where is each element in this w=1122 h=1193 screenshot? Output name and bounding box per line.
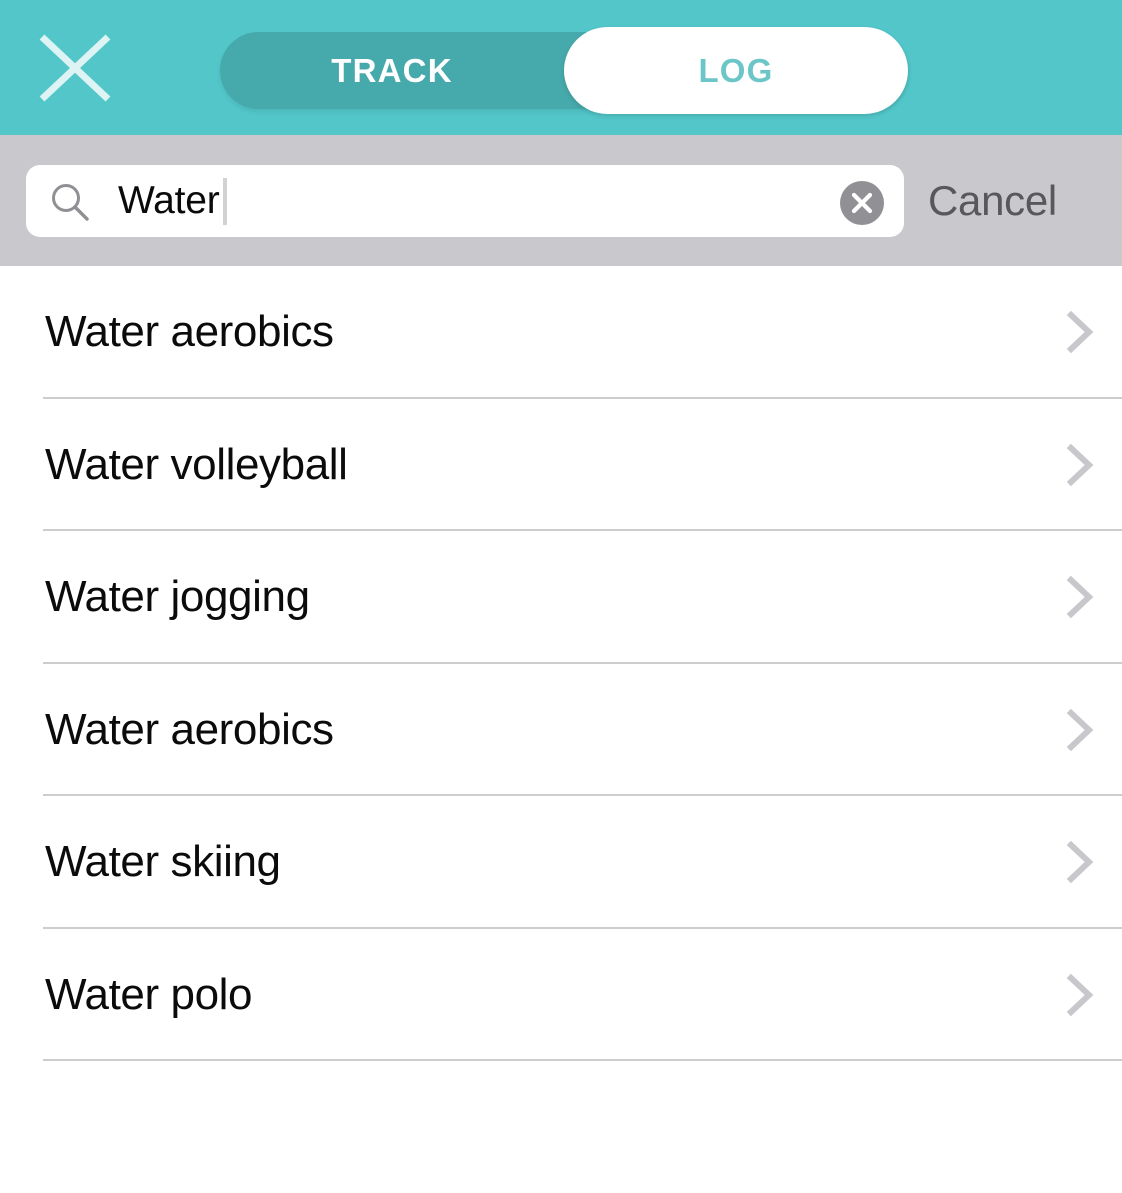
text-cursor bbox=[222, 177, 227, 225]
app-header: TRACK LOG bbox=[0, 0, 1122, 135]
list-item-label: Water skiing bbox=[45, 837, 281, 887]
list-item[interactable]: Water aerobics bbox=[0, 266, 1122, 399]
list-item[interactable]: Water volleyball bbox=[0, 399, 1122, 532]
track-log-segmented-control[interactable]: TRACK LOG bbox=[220, 27, 908, 114]
tab-log-label: LOG bbox=[698, 51, 774, 89]
close-icon[interactable] bbox=[36, 32, 114, 104]
search-icon bbox=[50, 182, 90, 222]
exercise-search-screen: TRACK LOG Water Cancel Water aerobics Wa… bbox=[0, 0, 1122, 1193]
chevron-right-icon bbox=[1062, 399, 1098, 532]
list-item[interactable]: Water polo bbox=[0, 929, 1122, 1062]
clear-search-icon[interactable] bbox=[840, 181, 884, 225]
tab-log[interactable]: LOG bbox=[564, 27, 908, 114]
search-input-value: Water bbox=[118, 165, 227, 237]
search-bar: Water Cancel bbox=[0, 135, 1122, 266]
chevron-right-icon bbox=[1062, 664, 1098, 797]
search-results-list: Water aerobics Water volleyball Water jo… bbox=[0, 266, 1122, 1193]
list-item-label: Water jogging bbox=[45, 572, 310, 622]
list-item[interactable]: Water jogging bbox=[0, 531, 1122, 664]
chevron-right-icon bbox=[1062, 531, 1098, 664]
search-input-text: Water bbox=[118, 179, 220, 222]
chevron-right-icon bbox=[1062, 266, 1098, 399]
list-item[interactable]: Water aerobics bbox=[0, 664, 1122, 797]
tab-track-label: TRACK bbox=[331, 51, 453, 89]
list-item[interactable]: Water skiing bbox=[0, 796, 1122, 929]
chevron-right-icon bbox=[1062, 796, 1098, 929]
cancel-button[interactable]: Cancel bbox=[928, 165, 1108, 237]
list-item-label: Water polo bbox=[45, 969, 253, 1019]
tab-track[interactable]: TRACK bbox=[220, 32, 564, 109]
chevron-right-icon bbox=[1062, 929, 1098, 1062]
search-input[interactable]: Water bbox=[26, 165, 904, 237]
list-item-label: Water aerobics bbox=[45, 704, 334, 754]
empty-list-area bbox=[0, 1061, 1122, 1193]
list-item-label: Water aerobics bbox=[45, 307, 334, 357]
list-item-label: Water volleyball bbox=[45, 439, 348, 489]
